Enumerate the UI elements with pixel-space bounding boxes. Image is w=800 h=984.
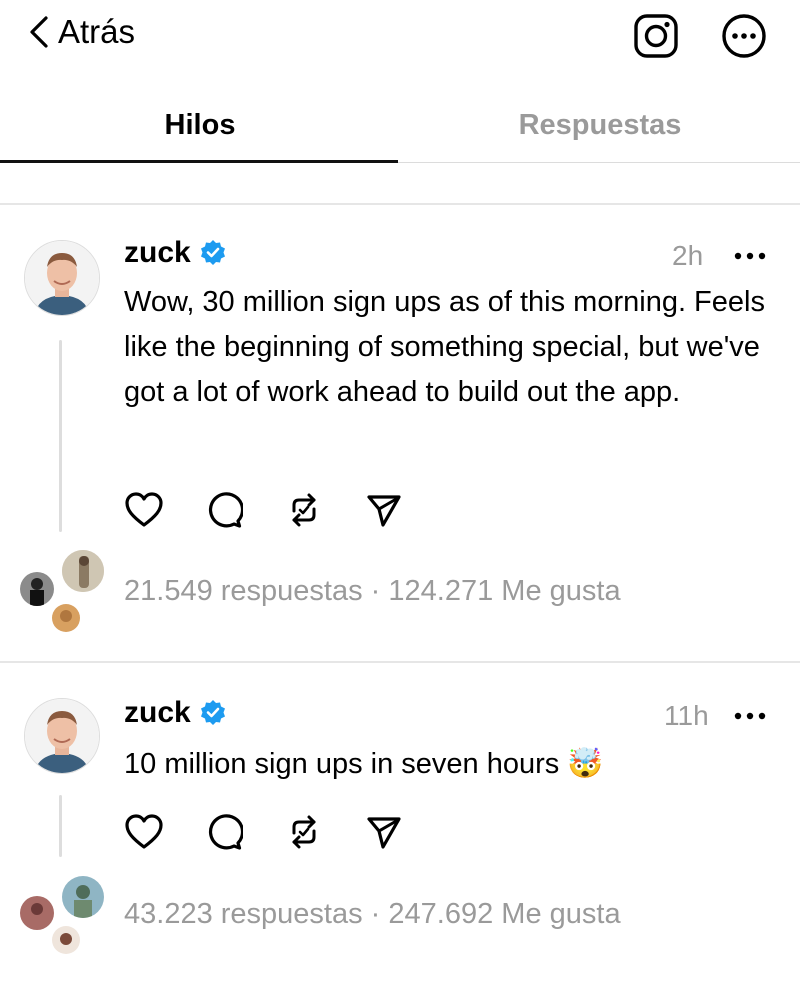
replier-avatar (50, 924, 82, 956)
replier-avatar (18, 894, 56, 932)
post-actions (124, 812, 404, 852)
post-username[interactable]: zuck (124, 696, 227, 730)
tab-respuestas[interactable]: Respuestas (400, 100, 800, 150)
post-time: 11h (664, 700, 709, 731)
replier-avatar (60, 874, 106, 920)
back-label: Atrás (58, 13, 136, 50)
like-heart-icon[interactable] (124, 490, 164, 530)
avatar[interactable] (24, 240, 100, 316)
mind-blown-emoji: 🤯 (567, 748, 604, 780)
tab-divider (398, 162, 800, 163)
stats-separator: · (362, 575, 389, 607)
active-tab-indicator (0, 160, 398, 163)
divider (0, 203, 800, 205)
comment-bubble-icon[interactable] (204, 812, 244, 852)
thread-line (59, 795, 62, 857)
post-stats: 21.549 respuestas · 124.271 Me gusta (124, 575, 621, 608)
like-heart-icon[interactable] (124, 812, 164, 852)
post-stats: 43.223 respuestas · 247.692 Me gusta (124, 898, 621, 931)
stats-separator: · (362, 898, 389, 930)
replies-count[interactable]: 21.549 respuestas (124, 575, 363, 607)
username-text: zuck (124, 696, 191, 729)
likes-count[interactable]: 247.692 Me gusta (388, 898, 620, 930)
instagram-icon[interactable] (632, 12, 680, 60)
post-text: Wow, 30 million sign ups as of this morn… (124, 286, 765, 408)
tab-hilos[interactable]: Hilos (0, 100, 400, 150)
likes-count[interactable]: 124.271 Me gusta (388, 575, 620, 607)
verified-badge-icon (200, 700, 225, 725)
replier-avatar (50, 602, 82, 634)
verified-badge-icon (200, 240, 225, 265)
repost-icon[interactable] (284, 490, 324, 530)
comment-bubble-icon[interactable] (204, 490, 244, 530)
repost-icon[interactable] (284, 812, 324, 852)
share-send-icon[interactable] (364, 490, 404, 530)
post-time: 2h (672, 240, 704, 271)
post-actions (124, 490, 404, 530)
chevron-left-icon (30, 16, 48, 48)
replier-avatar (18, 570, 56, 608)
replies-count[interactable]: 43.223 respuestas (124, 898, 363, 930)
replier-avatar (60, 548, 106, 594)
back-button[interactable]: Atrás (28, 10, 135, 54)
post-username[interactable]: zuck (124, 236, 227, 270)
avatar[interactable] (24, 698, 100, 774)
post-text-content: 10 million sign ups in seven hours (124, 748, 560, 780)
username-text: zuck (124, 236, 191, 269)
post-text: 10 million sign ups in seven hours 🤯 (124, 742, 784, 787)
share-send-icon[interactable] (364, 812, 404, 852)
divider (0, 661, 800, 663)
post-more-icon[interactable] (730, 244, 770, 268)
more-circle-icon[interactable] (720, 12, 768, 60)
thread-line (59, 340, 62, 532)
post-more-icon[interactable] (730, 704, 770, 728)
